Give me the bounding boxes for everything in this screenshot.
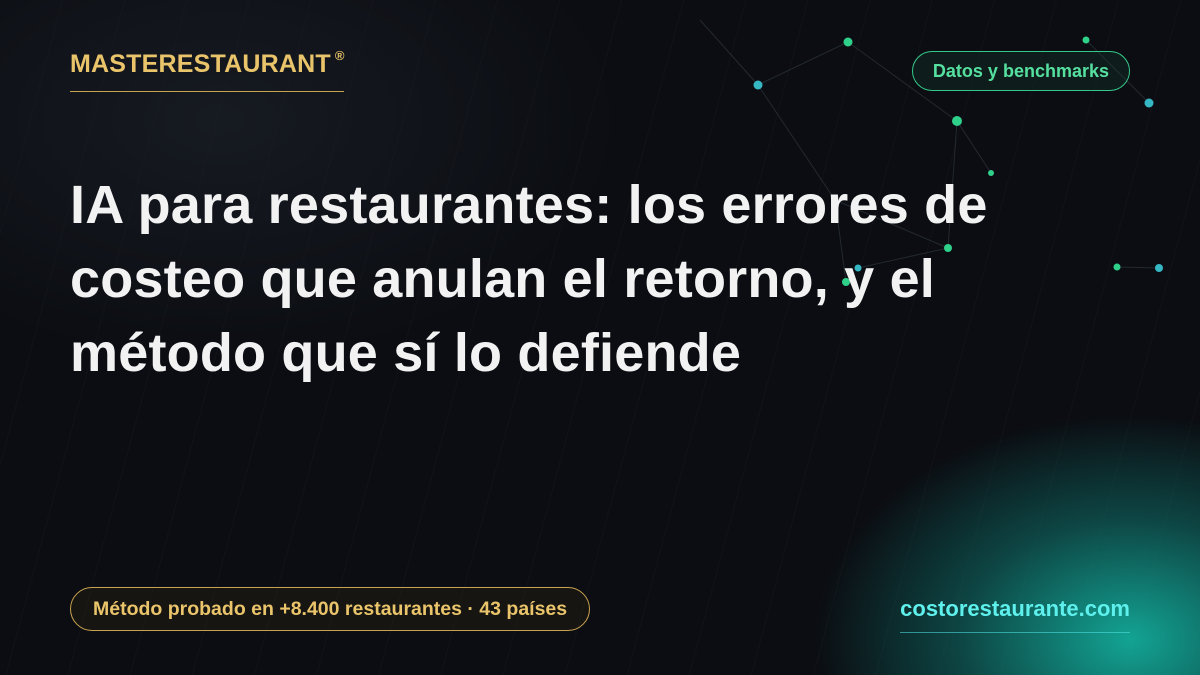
category-tag: Datos y benchmarks — [911, 51, 1130, 91]
registered-mark: ® — [334, 48, 345, 63]
proof-badge: Método probado en +8.400 restaurantes · … — [70, 587, 591, 631]
brand-name: MASTERESTAURANT — [70, 50, 331, 78]
page-title: IA para restaurantes: los errores de cos… — [70, 175, 988, 383]
brand-logo: MASTERESTAURANT ® — [70, 48, 345, 92]
site-url[interactable]: costorestaurante.com — [900, 596, 1130, 633]
